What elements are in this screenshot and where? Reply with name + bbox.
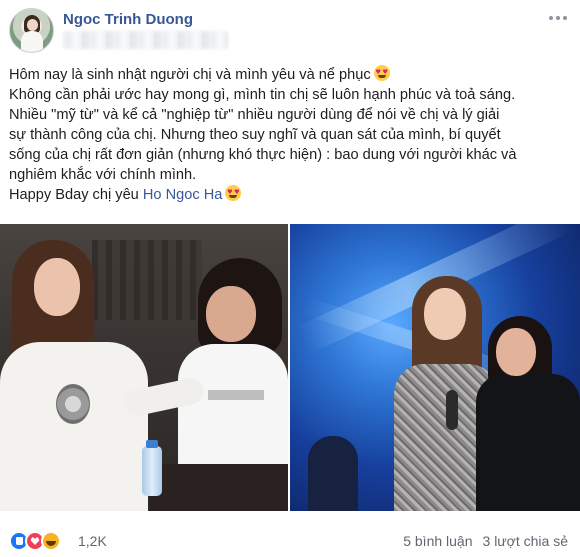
heart-eyes-emoji-icon [373,65,390,81]
bottle-cap [146,440,158,448]
post-header: Ngoc Trinh Duong [0,0,580,62]
post-text-line-3: Nhiều "mỹ từ" và kể cả "nghiệp từ" nhiều… [9,107,500,123]
photo-left[interactable] [0,224,288,511]
avatar[interactable] [9,8,54,53]
comments-count[interactable]: 5 bình luận [403,533,472,549]
microphone-icon-2 [446,390,458,430]
singer-left-face [424,288,466,340]
post-text-line-2: Không cần phải ước hay mong gì, mình tin… [9,87,516,103]
haha-icon [41,531,61,551]
photo-right[interactable] [290,224,580,511]
facebook-post: Ngoc Trinh Duong Hôm nay là sinh nhật ng… [0,0,580,557]
reaction-count[interactable]: 1,2K [78,533,107,549]
shirt-print [208,390,264,400]
post-text-line-7: Happy Bday chị yêu Ho Ngoc Ha [9,185,574,205]
microphone-icon [56,384,90,424]
post-text-line-5: sống của chị rất đơn giản (nhưng khó thự… [9,147,517,163]
heart-eyes-emoji-icon-2 [225,185,242,201]
woman-left-blouse [0,342,148,511]
post-text-line-4: sự thành công của chị. Nhưng theo suy ng… [9,127,501,143]
post-text-line-7-text: Happy Bday chị yêu [9,187,139,203]
mention-link[interactable]: Ho Ngoc Ha [143,187,223,203]
post-footer: 1,2K 5 bình luận 3 lượt chia sẻ [0,511,580,557]
blurred-post-meta [63,31,228,49]
post-text: Hôm nay là sinh nhật người chị và mình y… [9,65,574,205]
post-text-line-6: nghiêm khắc với chính mình. [9,167,197,183]
more-options-icon[interactable] [549,12,571,24]
singer-right-black-suit [476,374,580,511]
post-text-line-1: Hôm nay là sinh nhật người chị và mình y… [9,65,574,85]
background-person [308,436,358,511]
shares-count[interactable]: 3 lượt chia sẻ [483,533,568,549]
author-name[interactable]: Ngoc Trinh Duong [63,11,193,28]
woman-left-face [34,258,80,316]
post-stats: 5 bình luận 3 lượt chia sẻ [403,533,568,549]
post-text-line-1-text: Hôm nay là sinh nhật người chị và mình y… [9,67,371,83]
lap-area [150,464,288,511]
reactions-summary[interactable] [9,531,61,551]
singer-right-face [496,328,536,376]
water-bottle-icon [142,446,162,496]
avatar-face [27,19,38,31]
woman-right-face [206,286,256,342]
avatar-dress [21,31,43,52]
background-equipment [92,240,202,320]
